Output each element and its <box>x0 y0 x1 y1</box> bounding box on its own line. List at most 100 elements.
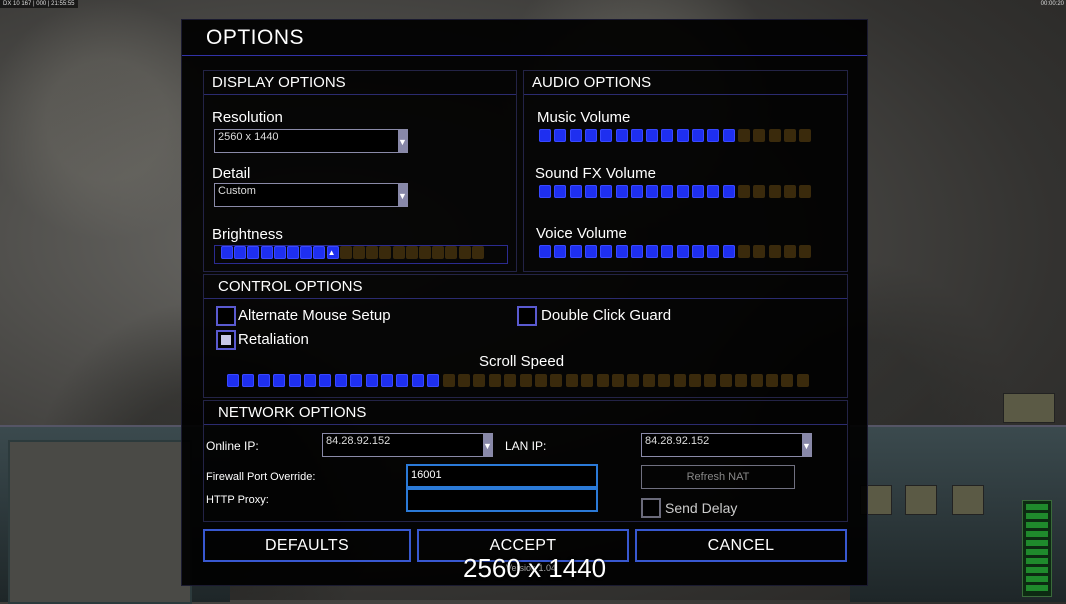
music-volume-slider[interactable] <box>539 129 819 145</box>
slider-segment[interactable] <box>768 129 781 142</box>
slider-segment[interactable] <box>273 246 286 259</box>
slider-segment[interactable] <box>539 185 551 198</box>
slider-segment[interactable] <box>642 374 655 387</box>
slider-segment[interactable] <box>646 245 659 258</box>
slider-segment[interactable] <box>504 374 517 387</box>
slider-segment[interactable] <box>799 185 812 198</box>
slider-segment[interactable] <box>569 129 582 142</box>
slider-segment[interactable] <box>719 374 732 387</box>
slider-segment[interactable] <box>661 245 674 258</box>
sound-fx-volume-slider[interactable] <box>539 185 819 201</box>
slider-segment[interactable] <box>442 374 455 387</box>
slider-segment[interactable] <box>427 374 440 387</box>
slider-segment[interactable] <box>535 374 547 387</box>
slider-segment[interactable] <box>630 129 643 142</box>
slider-segment[interactable] <box>646 129 659 142</box>
slider-segment[interactable] <box>661 185 674 198</box>
alternate-mouse-label[interactable]: Alternate Mouse Setup <box>238 307 391 324</box>
slider-segment[interactable] <box>550 374 563 387</box>
slider-segment[interactable] <box>584 185 597 198</box>
slider-segment[interactable] <box>737 185 750 198</box>
dropdown-arrow-icon[interactable]: ▼ <box>398 130 407 152</box>
slider-segment[interactable] <box>458 374 470 387</box>
slider-segment[interactable] <box>799 129 812 142</box>
slider-segment[interactable] <box>257 374 270 387</box>
slider-segment[interactable] <box>554 245 567 258</box>
slider-segment[interactable] <box>750 374 763 387</box>
slider-segment[interactable] <box>554 185 567 198</box>
slider-segment[interactable] <box>646 185 659 198</box>
slider-segment[interactable] <box>539 245 551 258</box>
http-proxy-input[interactable] <box>406 488 598 512</box>
double-click-guard-label[interactable]: Double Click Guard <box>541 307 671 324</box>
cancel-button[interactable]: CANCEL <box>635 529 847 562</box>
slider-segment[interactable] <box>612 374 624 387</box>
slider-segment[interactable] <box>737 245 750 258</box>
slider-segment[interactable] <box>768 185 781 198</box>
slider-segment[interactable] <box>737 129 750 142</box>
slider-segment[interactable] <box>615 185 628 198</box>
slider-segment[interactable] <box>419 246 431 259</box>
slider-segment[interactable] <box>227 374 239 387</box>
slider-segment[interactable] <box>783 245 796 258</box>
slider-segment[interactable] <box>247 246 260 259</box>
slider-segment[interactable] <box>600 185 613 198</box>
slider-segment[interactable] <box>379 246 392 259</box>
slider-segment[interactable] <box>319 374 332 387</box>
slider-segment[interactable] <box>766 374 778 387</box>
slider-segment[interactable] <box>273 374 286 387</box>
slider-segment[interactable] <box>796 374 809 387</box>
slider-segment[interactable] <box>304 374 316 387</box>
lan-ip-dropdown[interactable]: 84.28.92.152 ▼ <box>641 433 812 457</box>
slider-segment[interactable] <box>392 246 405 259</box>
slider-segment[interactable] <box>658 374 671 387</box>
slider-segment[interactable] <box>630 185 643 198</box>
slider-segment[interactable] <box>381 374 393 387</box>
slider-segment[interactable] <box>783 129 796 142</box>
slider-segment[interactable] <box>753 245 766 258</box>
slider-segment[interactable] <box>411 374 424 387</box>
voice-volume-slider[interactable] <box>539 245 819 261</box>
slider-segment[interactable] <box>569 245 582 258</box>
scroll-speed-slider[interactable] <box>227 374 817 390</box>
slider-segment[interactable] <box>353 246 365 259</box>
slider-segment[interactable] <box>783 185 796 198</box>
slider-segment[interactable] <box>539 129 551 142</box>
slider-segment[interactable] <box>676 185 689 198</box>
online-ip-dropdown[interactable]: 84.28.92.152 ▼ <box>322 433 493 457</box>
slider-segment[interactable] <box>488 374 501 387</box>
slider-segment[interactable] <box>519 374 532 387</box>
slider-segment[interactable] <box>676 245 689 258</box>
slider-segment[interactable] <box>242 374 255 387</box>
detail-dropdown[interactable]: Custom ▼ <box>214 183 408 207</box>
slider-segment[interactable] <box>600 245 613 258</box>
slider-segment[interactable] <box>692 245 704 258</box>
slider-segment[interactable] <box>689 374 701 387</box>
slider-segment[interactable] <box>768 245 781 258</box>
slider-segment[interactable] <box>445 246 458 259</box>
slider-segment[interactable] <box>600 129 613 142</box>
slider-segment[interactable] <box>722 129 735 142</box>
brightness-slider[interactable]: ▲ <box>214 245 508 264</box>
send-delay-label[interactable]: Send Delay <box>665 500 737 516</box>
retaliation-label[interactable]: Retaliation <box>238 331 309 348</box>
slider-segment[interactable] <box>596 374 609 387</box>
slider-segment[interactable] <box>707 185 720 198</box>
slider-segment[interactable] <box>287 246 299 259</box>
slider-segment[interactable] <box>365 374 378 387</box>
slider-segment[interactable] <box>288 374 301 387</box>
defaults-button[interactable]: DEFAULTS <box>203 529 411 562</box>
slider-segment[interactable] <box>458 246 471 259</box>
slider-thumb-icon[interactable]: ▲ <box>328 248 336 257</box>
slider-segment[interactable] <box>584 245 597 258</box>
slider-segment[interactable] <box>350 374 363 387</box>
slider-segment[interactable] <box>221 246 233 259</box>
slider-segment[interactable] <box>615 129 628 142</box>
slider-segment[interactable] <box>781 374 794 387</box>
slider-segment[interactable] <box>432 246 445 259</box>
slider-segment[interactable] <box>313 246 326 259</box>
slider-segment[interactable] <box>554 129 567 142</box>
firewall-port-input[interactable]: 16001 <box>406 464 598 488</box>
slider-segment[interactable] <box>707 129 720 142</box>
slider-segment[interactable] <box>569 185 582 198</box>
